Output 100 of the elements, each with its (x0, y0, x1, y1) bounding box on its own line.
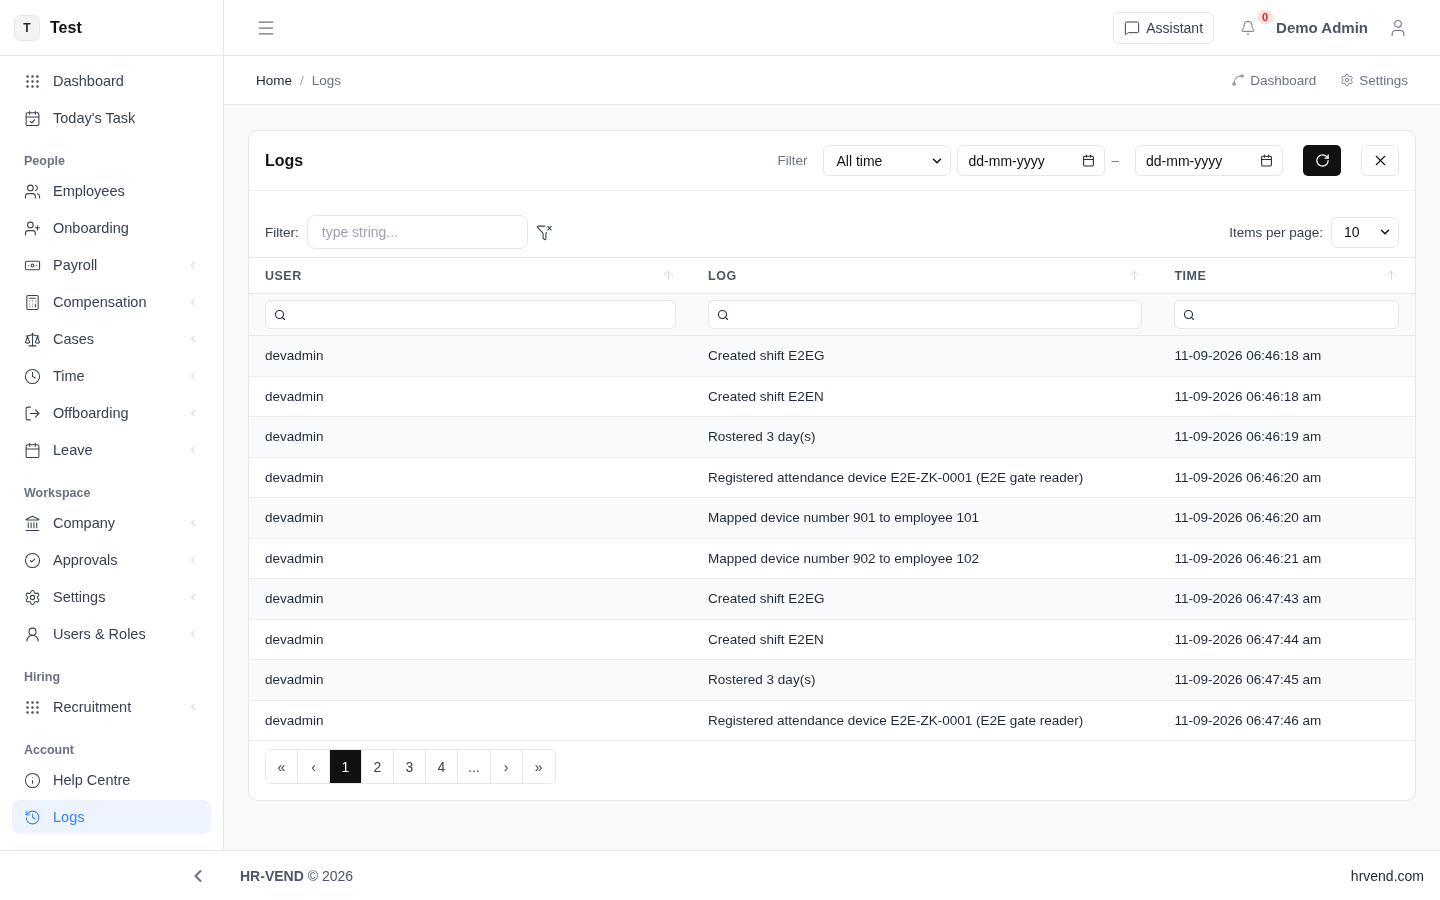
page-button[interactable]: 1 (330, 750, 362, 783)
bell-icon[interactable] (1240, 19, 1257, 36)
table-cell: Created shift E2EG (692, 335, 1159, 376)
sidebar-item[interactable]: Today's Task (12, 101, 211, 135)
breadcrumb-separator: / (300, 72, 304, 88)
sidebar-item[interactable]: Company (12, 506, 211, 540)
table-cell: 11-09-2026 06:47:43 am (1158, 578, 1415, 619)
filter-label: Filter (777, 153, 808, 168)
table-cell: Mapped device number 901 to employee 101 (692, 497, 1159, 538)
table-cell: 11-09-2026 06:46:18 am (1158, 376, 1415, 417)
filter-input[interactable]: type string... (306, 215, 528, 249)
assistant-button[interactable]: Assistant (1113, 11, 1215, 44)
column-header[interactable]: LOG (708, 268, 737, 283)
table-cell: 11-09-2026 06:47:45 am (1158, 659, 1415, 700)
sidebar-heading: Hiring (23, 669, 62, 686)
column-search-field[interactable] (708, 300, 1143, 329)
sidebar-item[interactable]: Onboarding (12, 211, 211, 245)
sidebar-item[interactable]: Cases (12, 322, 211, 356)
site-link[interactable]: hrvend.com (1350, 867, 1424, 884)
building-icon (24, 514, 41, 532)
sidebar-item[interactable]: Dashboard (12, 64, 211, 98)
table-cell: Registered attendance device E2E-ZK-0001 (E2E gate reader) (692, 457, 1159, 498)
sidebar-item[interactable]: Payroll (12, 248, 211, 282)
range-select[interactable]: All time (823, 145, 952, 176)
grid-icon (24, 72, 41, 90)
sidebar-heading: Workspace (23, 485, 92, 502)
sidebar-item[interactable]: Recruitment (12, 690, 211, 724)
table-cell: 11-09-2026 06:47:46 am (1158, 700, 1415, 741)
sidebar-item[interactable]: Users & Roles (12, 617, 211, 651)
column-search-field[interactable] (1174, 300, 1399, 329)
scale-icon (24, 330, 41, 348)
table-cell: Created shift E2EN (692, 376, 1159, 417)
sidebar-item[interactable]: Time (12, 359, 211, 393)
refresh-button[interactable] (1303, 145, 1341, 176)
date-field[interactable]: dd-mm-yyyy (1135, 145, 1283, 176)
settings-icon (1340, 73, 1355, 87)
table-cell: devadmin (249, 659, 693, 700)
breadcrumb-link[interactable]: Logs (311, 72, 342, 88)
search-icon (274, 308, 286, 321)
table-cell: 11-09-2026 06:46:19 am (1158, 416, 1415, 457)
table-cell: devadmin (249, 538, 693, 579)
sidebar-item[interactable]: Offboarding (12, 396, 211, 430)
table-cell: devadmin (249, 376, 693, 417)
sidebar-item[interactable]: Employees (12, 174, 211, 208)
check-circle-icon (24, 551, 41, 569)
copyright-text: HR-VEND © 2026 (240, 867, 354, 884)
user-plus-icon (24, 219, 41, 237)
sidebar-item[interactable]: Compensation (12, 285, 211, 319)
page-button[interactable]: « (266, 750, 298, 783)
info-icon (24, 771, 41, 789)
chat-icon (1124, 19, 1141, 36)
search-icon (717, 308, 730, 321)
user-icon (24, 625, 41, 643)
close-button[interactable] (1361, 145, 1399, 176)
table-cell: Registered attendance device E2E-ZK-0001 (E2E gate reader) (692, 700, 1159, 741)
notification-badge: 0 (1257, 9, 1274, 24)
table-cell: 11-09-2026 06:46:21 am (1158, 538, 1415, 579)
table-cell: devadmin (249, 335, 693, 376)
calendar-check-icon (24, 109, 41, 127)
table-cell: Rostered 3 day(s) (692, 659, 1159, 700)
calendar-icon[interactable] (1082, 154, 1096, 167)
breadcrumb-link[interactable]: Home (256, 72, 292, 88)
table-cell: devadmin (249, 700, 693, 741)
range-separator: – (1111, 153, 1119, 168)
sidebar-heading: Account (23, 742, 75, 759)
table-cell: Rostered 3 day(s) (692, 416, 1159, 457)
sidebar-item[interactable]: Leave (12, 433, 211, 467)
table-cell: 11-09-2026 06:46:20 am (1158, 497, 1415, 538)
users-icon (24, 182, 41, 200)
table-cell: devadmin (249, 497, 693, 538)
exit-icon (24, 404, 41, 422)
sidebar-item[interactable]: Approvals (12, 543, 211, 577)
brand-name: Test (50, 18, 82, 37)
per-page-select[interactable]: 10 (1331, 216, 1399, 248)
user-name[interactable]: Demo Admin (1276, 19, 1368, 36)
sidebar-heading: People (23, 153, 66, 170)
table-cell: Created shift E2EN (692, 619, 1159, 660)
history-icon (24, 808, 41, 826)
column-header[interactable]: USER (265, 268, 302, 283)
grid-icon (24, 698, 41, 716)
table-cell: devadmin (249, 457, 693, 498)
chart-line-icon (1231, 73, 1246, 87)
quick-link[interactable]: Dashboard (1231, 72, 1317, 88)
sidebar-item[interactable]: Settings (12, 580, 211, 614)
sidebar-item[interactable]: Help Centre (12, 763, 211, 797)
table-cell: devadmin (249, 416, 693, 457)
column-header[interactable]: TIME (1174, 268, 1207, 283)
card-title: Logs (265, 151, 305, 170)
date-field[interactable]: dd-mm-yyyy (957, 145, 1106, 176)
clock-icon (24, 367, 41, 385)
filter-clear-icon[interactable] (535, 223, 553, 241)
column-search-field[interactable] (265, 300, 677, 329)
calculator-icon (24, 293, 41, 311)
calendar-icon[interactable] (1260, 154, 1273, 167)
table-cell: devadmin (249, 619, 693, 660)
per-page-label: Items per page: (1229, 224, 1323, 240)
table-cell: Created shift E2EG (692, 578, 1159, 619)
table-cell: 11-09-2026 06:46:18 am (1158, 335, 1415, 376)
quick-link[interactable]: Settings (1340, 72, 1408, 88)
filter-label: Filter: (265, 224, 299, 240)
